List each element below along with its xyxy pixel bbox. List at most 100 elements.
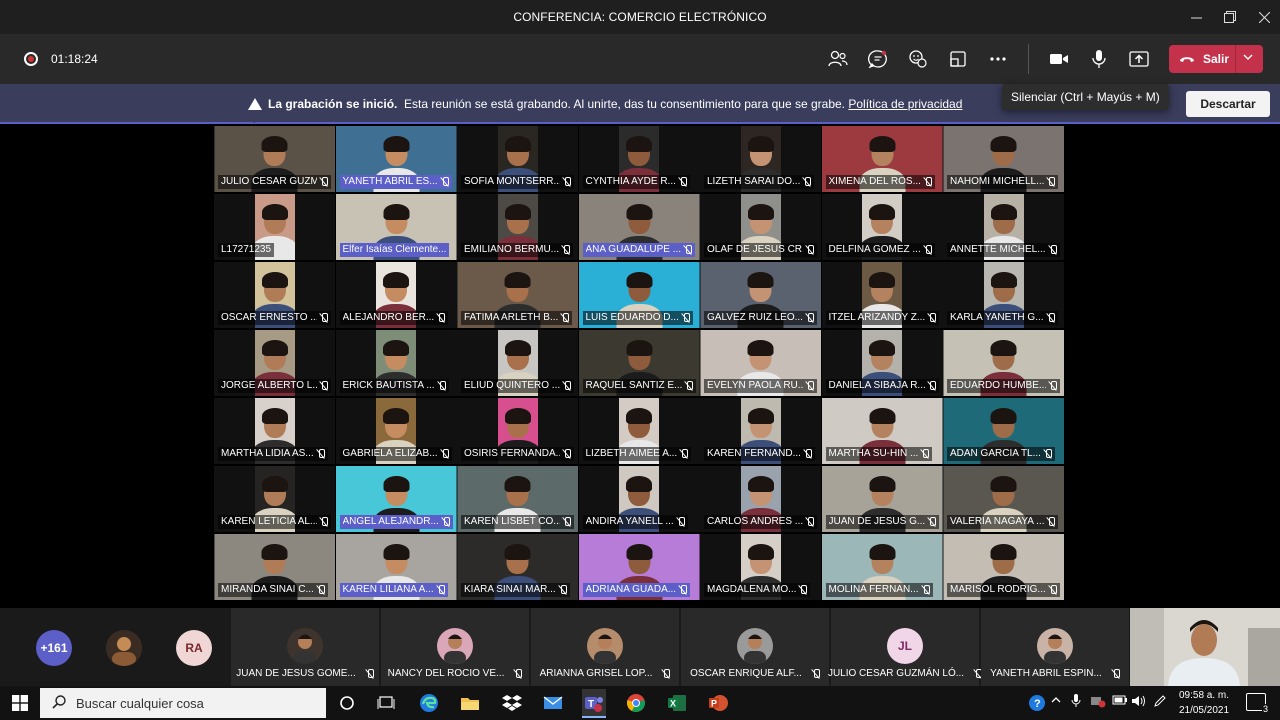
participant-tile[interactable]: ANGEL ALEJANDR... — [335, 466, 457, 532]
participant-tile[interactable]: CARLOS ANDRES ... — [700, 466, 821, 532]
notification-icon[interactable]: 3 — [1246, 693, 1269, 714]
participant-tile[interactable]: OSCAR ERNESTO ... — [214, 262, 335, 328]
powerpoint-icon[interactable]: P — [706, 691, 730, 715]
chrome-icon[interactable] — [624, 691, 648, 715]
mic-tray-icon[interactable] — [1071, 694, 1081, 711]
participant-tile[interactable]: RAQUEL SANTIZ E... — [578, 330, 700, 396]
participant-tile[interactable]: ERICK BAUTISTA ... — [335, 330, 457, 396]
reactions-icon[interactable] — [904, 45, 932, 73]
participant-tile[interactable]: YANETH ABRIL ES... — [335, 126, 457, 192]
participant-tile[interactable]: JUAN DE JESUS G... — [821, 466, 943, 532]
dismiss-button[interactable]: Descartar — [1186, 91, 1270, 117]
participant-tile[interactable]: MAGDALENA MO... — [700, 534, 821, 600]
participant-tile[interactable]: EVELYN PAOLA RU... — [700, 330, 821, 396]
participant-tile[interactable]: OSIRIS FERNANDA... — [457, 398, 578, 464]
participant-tile[interactable]: ADRIANA GUADA... — [578, 534, 700, 600]
participant-tile[interactable]: NAHOMI MICHELL... — [943, 126, 1064, 192]
pen-icon[interactable] — [1153, 694, 1167, 711]
edge-icon[interactable] — [417, 691, 441, 715]
participant-tile[interactable]: KARLA YANETH G... — [943, 262, 1064, 328]
participant-tile[interactable]: ANDIRA YANELL ... — [578, 466, 700, 532]
roster-participant[interactable]: NANCY DEL ROCIO VE... — [381, 608, 529, 686]
participant-tile[interactable]: FATIMA ARLETH B... — [457, 262, 578, 328]
battery-icon[interactable] — [1112, 694, 1128, 709]
mic-icon[interactable] — [1085, 45, 1113, 73]
participant-tile[interactable]: KAREN LILIANA A... — [335, 534, 457, 600]
participant-tile[interactable]: GABRIELA ELIZAB... — [335, 398, 457, 464]
participant-tile[interactable]: KAREN LISBET CO... — [457, 466, 578, 532]
participant-tile[interactable]: L17271235 — [214, 194, 335, 260]
mic-off-icon — [1049, 585, 1057, 595]
overflow-participants-badge[interactable]: +161 — [36, 630, 72, 666]
people-icon[interactable] — [824, 45, 852, 73]
participant-tile[interactable]: CYNTHIA AYDE R... — [578, 126, 700, 192]
participant-tile[interactable]: MARTHA LIDIA AS... — [214, 398, 335, 464]
participant-tile[interactable]: JORGE ALBERTO L... — [214, 330, 335, 396]
security-icon[interactable] — [1090, 694, 1106, 711]
participant-tile[interactable]: LIZBETH AIMEE A... — [578, 398, 700, 464]
chat-icon[interactable] — [864, 45, 892, 73]
participant-tile[interactable]: EDUARDO HUMBE... — [943, 330, 1064, 396]
mail-icon[interactable] — [541, 691, 565, 715]
camera-icon[interactable] — [1045, 45, 1073, 73]
participant-name: DANIELA SIBAJA R... — [828, 380, 925, 391]
help-icon[interactable]: ? — [1025, 691, 1049, 715]
volume-icon[interactable] — [1131, 694, 1147, 711]
participant-tile[interactable]: LIZETH SARAI DO... — [700, 126, 821, 192]
participant-tile[interactable]: MARISOL RODRIG... — [943, 534, 1064, 600]
participant-tile[interactable]: OLAF DE JESUS CR... — [700, 194, 821, 260]
participant-tile[interactable]: MIRANDA SINAI C... — [214, 534, 335, 600]
chevron-up-icon[interactable] — [1050, 694, 1062, 709]
more-icon[interactable] — [984, 45, 1012, 73]
participant-tile[interactable]: ITZEL ARIZANDY Z... — [821, 262, 943, 328]
teams-icon[interactable]: T — [582, 689, 606, 718]
restore-icon[interactable] — [1212, 0, 1248, 34]
participant-tile[interactable]: KAREN LETICIA AL... — [214, 466, 335, 532]
roster-participant[interactable]: YANETH ABRIL ESPIN... — [981, 608, 1129, 686]
participant-tile[interactable]: ALEJANDRO BER... — [335, 262, 457, 328]
participant-tile[interactable]: Elfer Isaías Clemente... — [335, 194, 457, 260]
participant-tile[interactable]: ADAN GARCIA TL... — [943, 398, 1064, 464]
roster-participant[interactable]: OSCAR ENRIQUE ALF... — [681, 608, 829, 686]
cortana-icon[interactable] — [335, 691, 359, 715]
participant-tile[interactable]: DANIELA SIBAJA R... — [821, 330, 943, 396]
participant-tile[interactable]: LUIS EDUARDO D... — [578, 262, 700, 328]
chevron-down-icon[interactable] — [1241, 50, 1255, 67]
participant-tile[interactable]: SOFIA MONTSERR... — [457, 126, 578, 192]
participant-tile[interactable]: ANA GUADALUPE ... — [578, 194, 700, 260]
participant-tile[interactable]: JULIO CESAR GUZM... — [214, 126, 335, 192]
participant-tile[interactable]: ELIUD QUINTERO ... — [457, 330, 578, 396]
participant-tile[interactable]: DELFINA GOMEZ ... — [821, 194, 943, 260]
participant-tile[interactable]: GALVEZ RUIZ LEO... — [700, 262, 821, 328]
participant-tile[interactable]: MOLINA FERNAN... — [821, 534, 943, 600]
privacy-policy-link[interactable]: Política de privacidad — [848, 97, 962, 111]
taskbar-clock[interactable]: 09:58 a. m. 21/05/2021 — [1174, 688, 1234, 718]
close-icon[interactable] — [1246, 0, 1280, 34]
participant-name: ERICK BAUTISTA ... — [342, 380, 435, 391]
roster-participant[interactable]: ARIANNA GRISEL LOP... — [531, 608, 679, 686]
self-video-preview[interactable] — [1130, 608, 1280, 686]
dropbox-icon[interactable] — [500, 691, 524, 715]
participant-tile[interactable]: VALERIA NAGAYA ... — [943, 466, 1064, 532]
initials-avatar[interactable]: RA — [176, 630, 212, 666]
participant-tile[interactable]: KAREN FERNAND... — [700, 398, 821, 464]
avatar[interactable] — [106, 630, 142, 666]
taskview-icon[interactable] — [374, 691, 398, 715]
taskbar-search[interactable]: Buscar cualquier cosa — [40, 688, 326, 718]
participant-tile[interactable]: MARTHA SU-HIN ... — [821, 398, 943, 464]
windows-start-icon[interactable] — [8, 691, 32, 715]
share-icon[interactable] — [1125, 45, 1153, 73]
participant-tile[interactable]: KIARA SINAI MAR... — [457, 534, 578, 600]
leave-button[interactable]: Salir — [1169, 45, 1263, 73]
minimize-icon[interactable] — [1178, 0, 1214, 34]
participant-tile[interactable]: XIMENA DEL ROS... — [821, 126, 943, 192]
participant-nameplate: KIARA SINAI MAR... — [461, 583, 570, 597]
roster-participant[interactable]: JUAN DE JESUS GOME... — [231, 608, 379, 686]
rooms-icon[interactable] — [944, 45, 972, 73]
explorer-icon[interactable] — [458, 691, 482, 715]
participant-tile[interactable]: ANNETTE MICHEL... — [943, 194, 1064, 260]
excel-icon[interactable]: X — [665, 691, 689, 715]
participant-tile[interactable]: EMILIANO BERMU... — [457, 194, 578, 260]
roster-participant[interactable]: JL JULIO CESAR GUZMÁN LÓ... — [828, 608, 983, 686]
participant-name: EVELYN PAOLA RU... — [707, 380, 803, 391]
